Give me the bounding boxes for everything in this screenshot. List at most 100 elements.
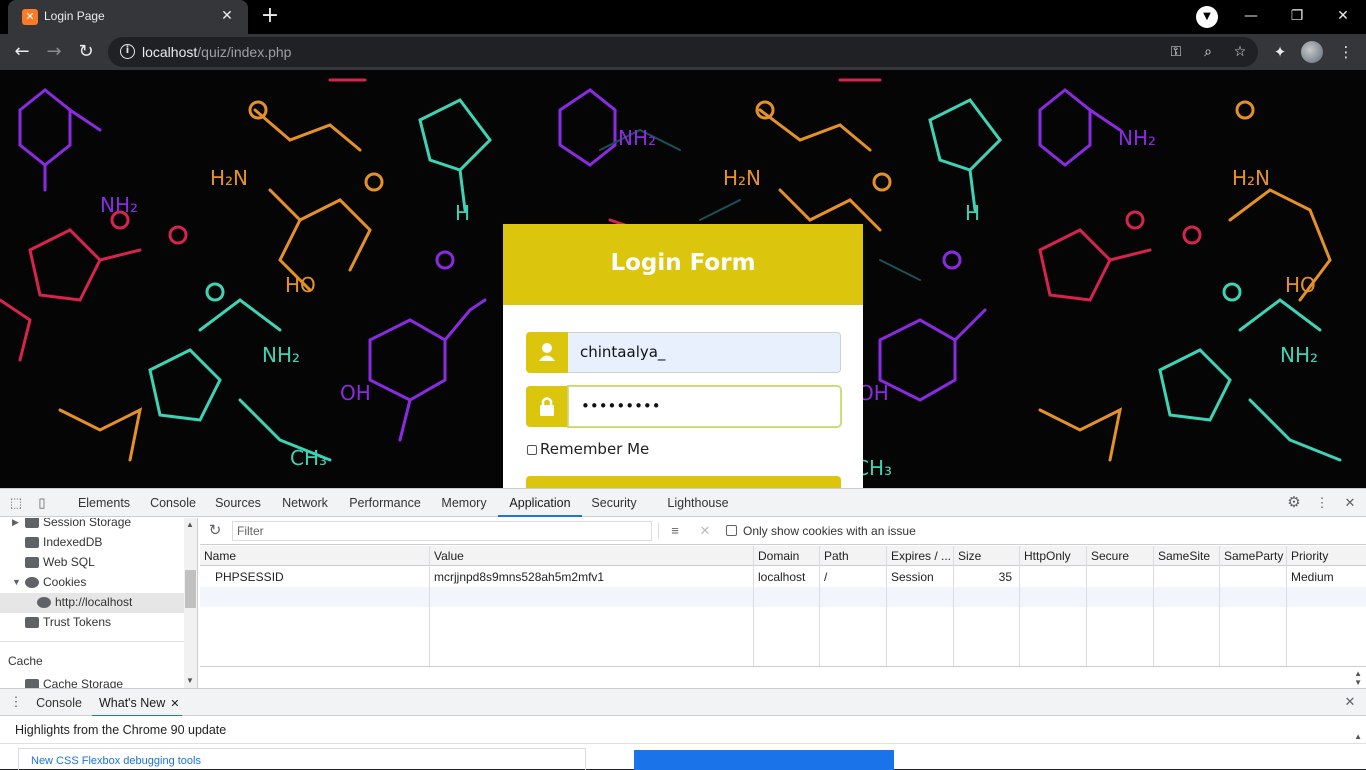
- tab-title: Login Page: [44, 9, 105, 23]
- drawer-tab-whats-new[interactable]: What's New ✕: [92, 689, 182, 717]
- tab-application[interactable]: Application: [498, 489, 582, 517]
- tab-lighthouse[interactable]: Lighthouse: [661, 489, 735, 517]
- tree-item-indexeddb[interactable]: IndexedDB: [0, 532, 184, 552]
- svg-text:NH₂: NH₂: [1280, 343, 1318, 367]
- svg-text:H: H: [965, 201, 980, 225]
- reload-button[interactable]: ↻: [72, 38, 100, 66]
- whats-new-card[interactable]: New CSS Flexbox debugging tools: [18, 748, 586, 770]
- drawer-close-icon[interactable]: ✕: [1341, 693, 1359, 711]
- devtools-menu-icon[interactable]: ⋮: [1313, 494, 1331, 512]
- scroll-up-icon[interactable]: ▲: [186, 520, 194, 529]
- sidebar-divider: [0, 641, 184, 642]
- cookies-toolbar: ↻ Filter ≡ ✕ Only show cookies with an i…: [200, 518, 1366, 545]
- column-header-size[interactable]: Size: [954, 546, 981, 566]
- column-header-priority[interactable]: Priority: [1287, 546, 1328, 566]
- cookie-path-cell[interactable]: /: [820, 567, 827, 587]
- tab-memory[interactable]: Memory: [434, 489, 494, 517]
- lock-icon: [526, 386, 568, 427]
- column-header-domain[interactable]: Domain: [754, 546, 799, 566]
- remember-me-checkbox[interactable]: [527, 445, 537, 455]
- close-tab-icon[interactable]: ✕: [170, 698, 179, 710]
- extensions-puzzle-icon[interactable]: ✦: [1270, 42, 1290, 62]
- address-bar[interactable]: i localhost/quiz/index.php ⚿ ⌕ ☆: [108, 37, 1258, 67]
- cookie-name-cell[interactable]: PHPSESSID: [211, 567, 284, 587]
- back-button[interactable]: ←: [8, 38, 36, 66]
- svg-text:H₂N: H₂N: [723, 166, 761, 190]
- whats-new-panel: Highlights from the Chrome 90 update New…: [0, 716, 1366, 770]
- password-input[interactable]: •••••••••: [568, 386, 841, 427]
- browser-tab[interactable]: ✕ Login Page ✕: [8, 0, 248, 34]
- minimize-button[interactable]: —: [1238, 4, 1264, 28]
- column-header-path[interactable]: Path: [820, 546, 849, 566]
- only-issue-checkbox[interactable]: [726, 525, 737, 536]
- tab-search-icon[interactable]: ▼: [1196, 6, 1218, 28]
- tab-network[interactable]: Network: [276, 489, 334, 517]
- sidebar-scroll-thumb[interactable]: [185, 570, 196, 608]
- devtools-tab-bar: ⬚ ▯ Elements Console Sources Network Per…: [0, 489, 1366, 517]
- svg-text:HO: HO: [1285, 273, 1316, 297]
- column-header-value[interactable]: Value: [430, 546, 464, 566]
- scroll-up-icon[interactable]: ▲: [1354, 732, 1362, 741]
- column-header-name[interactable]: Name: [200, 546, 236, 566]
- tree-item-web-sql[interactable]: Web SQL: [0, 552, 184, 572]
- tree-item-cache-storage[interactable]: Cache Storage: [0, 674, 184, 688]
- column-header-samesite[interactable]: SameSite: [1154, 546, 1210, 566]
- cookie-domain-cell[interactable]: localhost: [754, 567, 805, 587]
- login-button[interactable]: [526, 476, 841, 488]
- site-info-icon[interactable]: i: [120, 44, 135, 59]
- username-input[interactable]: chintaalya_: [568, 332, 841, 373]
- menu-kebab-icon[interactable]: ⋮: [1336, 42, 1356, 62]
- column-header-httponly[interactable]: HttpOnly: [1020, 546, 1071, 566]
- window-close-button[interactable]: ✕: [1330, 4, 1356, 28]
- new-tab-button[interactable]: +: [258, 5, 282, 29]
- refresh-icon[interactable]: ↻: [206, 522, 224, 540]
- tab-performance[interactable]: Performance: [345, 489, 425, 517]
- sidebar-scrollbar[interactable]: ▲ ▼: [184, 518, 197, 688]
- tree-item-trust-tokens[interactable]: Trust Tokens: [0, 612, 184, 632]
- browser-tab-strip: ✕ Login Page ✕ + ▼ — ❐ ✕: [0, 0, 1366, 34]
- tab-close-icon[interactable]: ✕: [218, 7, 236, 25]
- svg-text:HO: HO: [285, 273, 316, 297]
- inspect-element-icon[interactable]: ⬚: [7, 494, 25, 512]
- tab-console[interactable]: Console: [144, 489, 202, 517]
- cookie-size-cell[interactable]: 35: [954, 567, 1016, 587]
- url-text[interactable]: localhost/quiz/index.php: [142, 44, 291, 60]
- restore-button[interactable]: ❐: [1284, 4, 1310, 28]
- zoom-icon[interactable]: ⌕: [1198, 42, 1218, 62]
- tree-item-localhost[interactable]: http://localhost: [0, 592, 184, 612]
- scroll-up-icon[interactable]: ▲: [1354, 669, 1362, 678]
- drawer-menu-icon[interactable]: ⋮: [7, 693, 25, 711]
- clear-filtered-icon[interactable]: ≡: [666, 522, 684, 540]
- svg-text:NH₂: NH₂: [100, 193, 138, 217]
- highlights-heading: Highlights from the Chrome 90 update: [15, 723, 227, 737]
- delete-selected-icon[interactable]: ✕: [696, 522, 714, 540]
- tab-sources[interactable]: Sources: [210, 489, 266, 517]
- svg-text:H₂N: H₂N: [210, 166, 248, 190]
- cookie-expires-cell[interactable]: Session: [887, 567, 934, 587]
- svg-text:CH₃: CH₃: [290, 446, 327, 470]
- cookie-value-cell[interactable]: mcrjjnpd8s9mns528ah5m2mfv1: [430, 567, 604, 587]
- filter-input[interactable]: Filter: [232, 521, 652, 541]
- svg-text:NH₂: NH₂: [618, 126, 656, 150]
- settings-gear-icon[interactable]: ⚙: [1285, 494, 1303, 512]
- column-header-secure[interactable]: Secure: [1087, 546, 1129, 566]
- forward-button[interactable]: →: [40, 38, 68, 66]
- table-row-empty[interactable]: [200, 587, 1366, 607]
- tab-security[interactable]: Security: [586, 489, 642, 517]
- cookie-preview-area: ▲ ▼: [200, 667, 1366, 688]
- profile-avatar[interactable]: [1301, 41, 1323, 63]
- scroll-down-icon[interactable]: ▼: [1354, 678, 1362, 687]
- bookmark-star-icon[interactable]: ☆: [1230, 42, 1250, 62]
- scroll-down-icon[interactable]: ▼: [186, 676, 194, 685]
- column-header-sameparty[interactable]: SameParty: [1220, 546, 1283, 566]
- cookie-priority-cell[interactable]: Medium: [1287, 567, 1334, 587]
- tree-item-session-storage[interactable]: ▶ Session Storage: [0, 518, 184, 532]
- tree-item-cookies[interactable]: ▼ Cookies: [0, 572, 184, 592]
- column-header-expires[interactable]: Expires / ...: [887, 546, 951, 566]
- device-toolbar-icon[interactable]: ▯: [33, 494, 51, 512]
- tab-elements[interactable]: Elements: [72, 489, 136, 517]
- devtools-close-icon[interactable]: ✕: [1341, 494, 1359, 512]
- drawer-tab-console[interactable]: Console: [30, 689, 88, 717]
- whats-new-card-link[interactable]: New CSS Flexbox debugging tools: [31, 755, 201, 767]
- key-icon[interactable]: ⚿: [1166, 42, 1186, 62]
